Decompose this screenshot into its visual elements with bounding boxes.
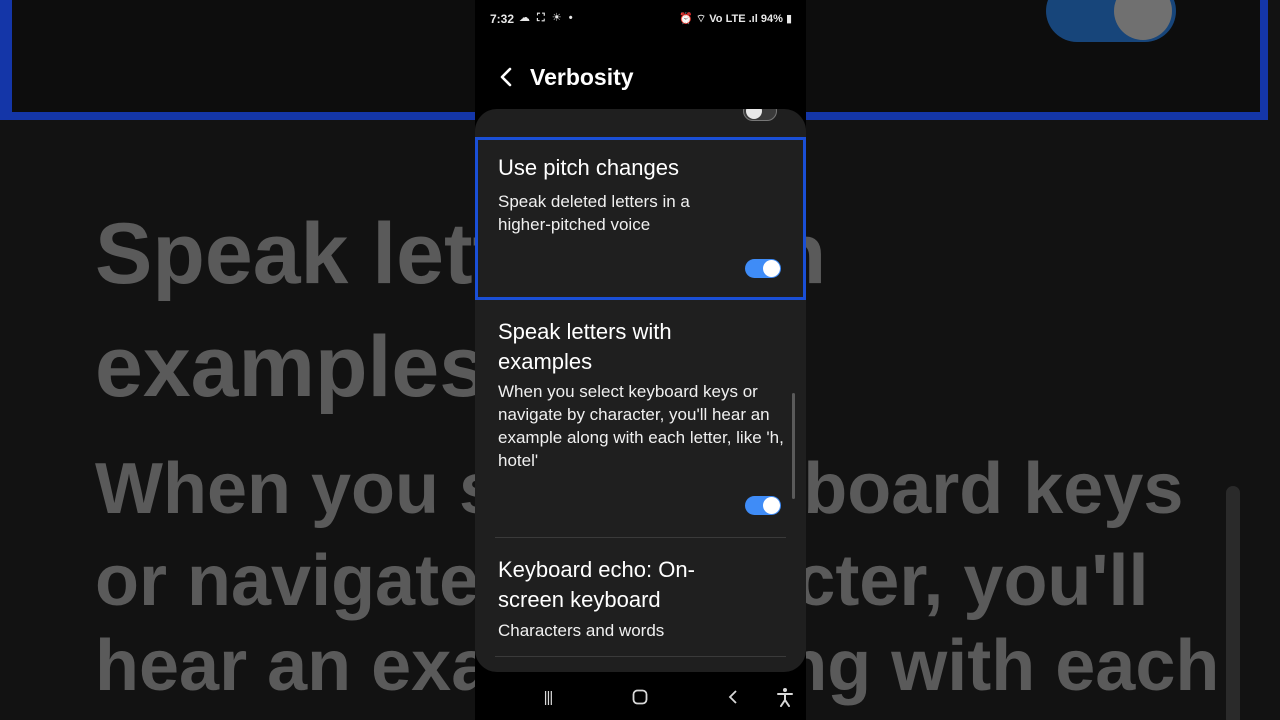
speak-letters-examples-toggle[interactable] [745, 496, 781, 515]
status-right-group: ⏰ ⌔ Vo LTE .ıl 94% ▮ [679, 12, 792, 26]
home-icon [632, 689, 648, 705]
pitch-changes-toggle[interactable] [745, 259, 781, 278]
background-scrollbar [1226, 486, 1240, 720]
recents-icon: ||| [543, 688, 554, 706]
status-left-icons: ☁ ⛶ ☀ • [519, 12, 575, 24]
chevron-left-icon [500, 67, 512, 87]
divider [495, 656, 786, 657]
setting-keyboard-echo[interactable]: Keyboard echo: On-screen keyboard Charac… [475, 553, 806, 653]
setting-title: Use pitch changes [498, 155, 679, 180]
setting-use-pitch-changes[interactable]: Use pitch changes Speak deleted letters … [475, 137, 806, 300]
setting-subtitle: Characters and words [498, 621, 665, 640]
divider [495, 537, 786, 538]
status-right-icons: ⏰ ⌔ Vo LTE .ıl [679, 13, 758, 25]
nav-back-icon [728, 690, 737, 704]
settings-card: Use pitch changes Speak deleted letters … [475, 109, 806, 672]
phone-screen: 7:32 ☁ ⛶ ☀ • ⏰ ⌔ Vo LTE .ıl 94% ▮ Verbos… [475, 0, 806, 720]
recents-button[interactable]: ||| [535, 684, 561, 710]
setting-subtitle: Speak deleted letters in a higher-pitche… [498, 192, 690, 234]
previous-setting-toggle[interactable] [743, 109, 777, 121]
background-toggle [1046, 0, 1176, 42]
battery-icon: ▮ [785, 13, 792, 25]
accessibility-icon [777, 688, 793, 707]
setting-title: Speak letters with examples [498, 319, 672, 374]
setting-title: Keyboard echo: On-screen keyboard [498, 557, 695, 612]
background-text-line-2: examples [95, 319, 488, 415]
home-button[interactable] [627, 684, 653, 710]
status-time: 7:32 [490, 12, 515, 26]
nav-back-button[interactable] [723, 684, 743, 710]
setting-speak-letters-with-examples[interactable]: Speak letters with examples When you sel… [475, 315, 806, 537]
app-header: Verbosity [475, 56, 806, 100]
back-button[interactable] [493, 62, 519, 92]
accessibility-button[interactable] [774, 684, 796, 710]
scrollbar[interactable] [792, 393, 795, 499]
navigation-bar: ||| [475, 676, 806, 720]
status-bar: 7:32 ☁ ⛶ ☀ • ⏰ ⌔ Vo LTE .ıl 94% ▮ [475, 8, 806, 30]
battery-percent: 94% [760, 13, 783, 25]
page-title: Verbosity [530, 64, 634, 90]
setting-subtitle: When you select keyboard keys or navigat… [498, 382, 784, 470]
